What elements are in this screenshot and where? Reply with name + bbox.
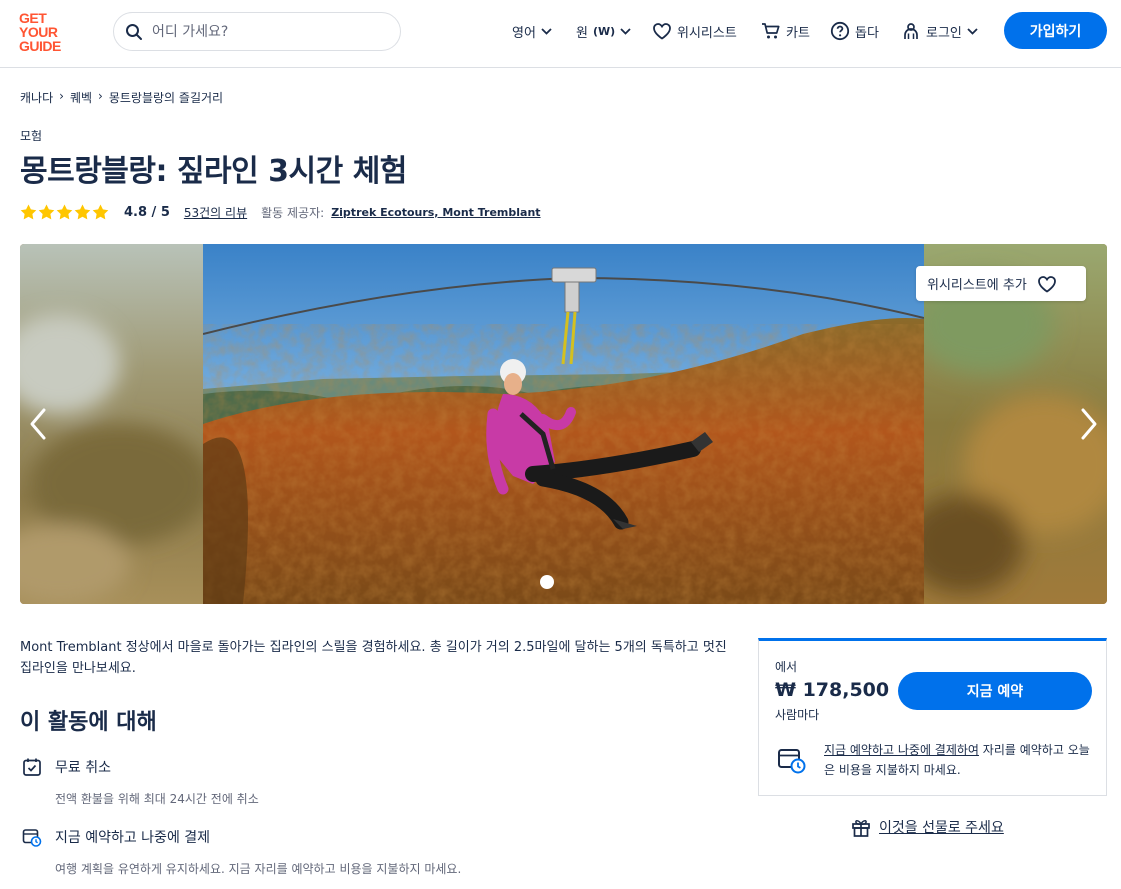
nav-login[interactable]: 로그인 bbox=[901, 19, 978, 43]
about-section-title: 이 활동에 대해 bbox=[20, 710, 157, 735]
next-photo-arrow[interactable] bbox=[1073, 404, 1103, 444]
page-title: 몽트랑블랑: 짚라인 3시간 체험 bbox=[20, 154, 407, 189]
logo-line-3: GUIDE bbox=[19, 38, 61, 54]
star-icon bbox=[38, 204, 55, 220]
activity-description: Mont Tremblant 정상에서 마을로 돌아가는 집라인의 스릴을 경험… bbox=[20, 640, 727, 676]
breadcrumb: 캐나다 › 퀘벡 › 몽트랑블랑의 즐길거리 bbox=[20, 89, 223, 106]
feature-title: 무료 취소 bbox=[55, 760, 111, 776]
user-group-icon bbox=[904, 23, 918, 39]
nav-cart[interactable]: 카트 bbox=[761, 19, 810, 43]
breadcrumb-tremblant[interactable]: 몽트랑블랑의 즐길거리 bbox=[109, 89, 223, 106]
add-to-wishlist-button[interactable]: 위시리스트에 추가 bbox=[916, 266, 1086, 301]
previous-photo-arrow[interactable] bbox=[24, 404, 54, 444]
language-selector[interactable]: 영어 bbox=[512, 19, 552, 43]
nav-help[interactable]: 돕다 bbox=[830, 19, 879, 43]
gift-link[interactable]: 이것을 선물로 주세요 bbox=[851, 817, 1004, 837]
star-icon bbox=[74, 204, 91, 220]
chevron-down-icon bbox=[620, 27, 631, 35]
star-icon bbox=[56, 204, 73, 220]
currency-selector[interactable]: 원 (W) bbox=[576, 19, 631, 43]
heart-icon bbox=[653, 23, 671, 40]
breadcrumb-quebec[interactable]: 퀘벡 bbox=[70, 89, 92, 106]
gift-label: 이것을 선물로 주세요 bbox=[879, 820, 1004, 836]
reviews-link[interactable]: 53건의 리뷰 bbox=[184, 204, 247, 221]
breadcrumb-separator: › bbox=[98, 89, 103, 103]
rating-row: 4.8 / 5 53건의 리뷰 활동 제공자: Ziptrek Ecotours… bbox=[20, 202, 541, 222]
chevron-down-icon bbox=[541, 27, 552, 35]
reserve-now-pay-later-text: 지금 예약하고 나중에 결제하여 자리를 예약하고 오늘은 비용을 지불하지 마… bbox=[824, 740, 1094, 780]
currency-code: (W) bbox=[592, 24, 616, 38]
book-now-button[interactable]: 지금 예약 bbox=[898, 672, 1092, 710]
provider-link[interactable]: Ziptrek Ecotours, Mont Tremblant bbox=[331, 206, 540, 219]
cart-icon bbox=[762, 23, 780, 39]
breadcrumb-separator: › bbox=[59, 89, 64, 103]
rating-value: 4.8 / 5 bbox=[124, 204, 170, 220]
gallery-active-dot[interactable] bbox=[540, 575, 554, 589]
login-label: 로그인 bbox=[926, 25, 962, 41]
getyourguide-logo[interactable]: GET YOUR GUIDE bbox=[19, 11, 73, 53]
photo-gallery[interactable]: 위시리스트에 추가 bbox=[20, 244, 1107, 604]
signup-button[interactable]: 가입하기 bbox=[1004, 12, 1107, 49]
feature-description: 전액 환불을 위해 최대 24시간 전에 취소 bbox=[55, 792, 259, 806]
chevron-down-icon bbox=[967, 27, 978, 35]
price-per-person: 사람마다 bbox=[775, 708, 820, 722]
provider-label: 활동 제공자: bbox=[261, 205, 325, 220]
calendar-clock-icon bbox=[778, 749, 806, 774]
activity-category: 모험 bbox=[20, 129, 43, 143]
star-icon bbox=[92, 204, 109, 220]
star-rating bbox=[20, 204, 109, 220]
calendar-clock-icon bbox=[22, 829, 42, 847]
feature-title: 지금 예약하고 나중에 결제 bbox=[55, 830, 211, 846]
heart-icon bbox=[1037, 275, 1056, 293]
reserve-now-pay-later-link[interactable]: 지금 예약하고 나중에 결제하여 bbox=[824, 743, 979, 757]
top-header: GET YOUR GUIDE 영어 원 (W) 위시리스트 카트 돕다 로그인 … bbox=[0, 0, 1121, 68]
gift-icon bbox=[852, 819, 870, 837]
nav-wishlist[interactable]: 위시리스트 bbox=[652, 19, 737, 43]
star-icon bbox=[20, 204, 37, 220]
price-from-label: 에서 bbox=[775, 660, 798, 674]
logo-line-1: GET bbox=[19, 10, 47, 26]
main-photo-zipline bbox=[203, 244, 924, 604]
cart-label: 카트 bbox=[786, 25, 810, 41]
feature-free-cancellation: 무료 취소 bbox=[22, 757, 111, 777]
booking-card: 에서 ₩ 178,500 사람마다 지금 예약 지금 예약하고 나중에 결제하여… bbox=[758, 638, 1107, 796]
price-value: ₩ 178,500 bbox=[775, 679, 890, 701]
calendar-check-icon bbox=[23, 758, 41, 776]
feature-reserve-now-pay-later: 지금 예약하고 나중에 결제 bbox=[22, 827, 210, 847]
add-to-wishlist-label: 위시리스트에 추가 bbox=[927, 278, 1027, 293]
search-icon bbox=[126, 24, 142, 40]
wishlist-label: 위시리스트 bbox=[677, 25, 737, 41]
breadcrumb-canada[interactable]: 캐나다 bbox=[20, 89, 53, 106]
help-label: 돕다 bbox=[855, 25, 879, 41]
search-box[interactable] bbox=[113, 12, 401, 51]
language-label: 영어 bbox=[512, 25, 536, 41]
feature-description: 여행 계획을 유연하게 유지하세요. 지금 자리를 예약하고 비용을 지불하지 … bbox=[55, 862, 462, 876]
help-icon bbox=[830, 21, 850, 41]
search-input[interactable] bbox=[152, 21, 387, 43]
currency-label: 원 bbox=[576, 25, 588, 41]
logo-line-2: YOUR bbox=[19, 24, 58, 40]
